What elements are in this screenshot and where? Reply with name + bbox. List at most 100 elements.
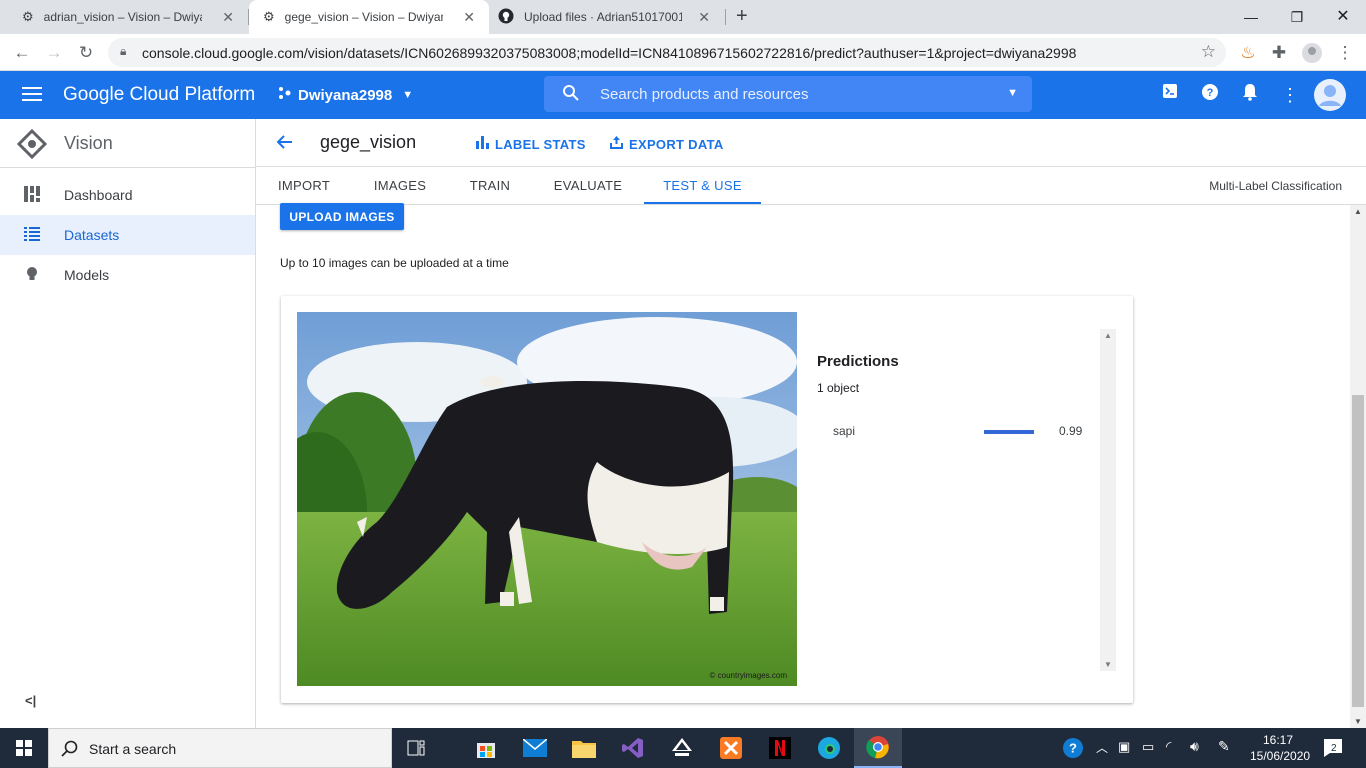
brand-name[interactable]: Google Cloud Platform (63, 84, 255, 106)
tab-test-and-use[interactable]: TEST & USE (644, 167, 761, 204)
upload-hint: Up to 10 images can be uploaded at a tim… (280, 256, 509, 270)
export-data-button[interactable]: EXPORT DATA (610, 136, 724, 152)
confidence-bar-track (984, 430, 1034, 434)
browser-tab-3[interactable]: Upload files · Adrian51017001/tg ✕ (484, 0, 724, 34)
collapse-sidebar-icon[interactable]: <| (25, 693, 36, 708)
sidebar-item-datasets[interactable]: Datasets (0, 215, 255, 255)
back-arrow-icon[interactable] (276, 133, 294, 156)
search-icon (562, 84, 580, 107)
upload-images-button[interactable]: UPLOAD IMAGES (280, 203, 404, 230)
sidebar: Vision Dashboard Datasets Models <| (0, 119, 256, 728)
close-window-icon[interactable]: ✕ (1320, 4, 1366, 30)
close-tab-icon[interactable]: ✕ (463, 9, 475, 26)
hamburger-menu-icon[interactable] (22, 86, 42, 107)
sidebar-item-label: Dashboard (64, 187, 133, 203)
browser-tab-1[interactable]: ⚙ adrian_vision – Vision – Dwiyana2 ✕ (8, 0, 248, 34)
browser-tab-strip: ⚙ adrian_vision – Vision – Dwiyana2 ✕ ⚙ … (0, 0, 1366, 34)
account-avatar-icon[interactable] (1314, 79, 1346, 116)
action-center-icon[interactable]: 2 (1322, 737, 1344, 764)
pen-icon[interactable]: ✎ (1218, 738, 1230, 755)
sidebar-item-dashboard[interactable]: Dashboard (0, 175, 255, 215)
profile-avatar-icon[interactable] (1301, 42, 1323, 64)
search-input[interactable] (600, 76, 980, 112)
xampp-icon[interactable] (707, 728, 755, 768)
back-arrow-icon[interactable]: ← (11, 42, 33, 64)
help-tray-icon[interactable]: ? (1062, 737, 1084, 764)
bookmark-star-icon[interactable]: ☆ (1201, 42, 1216, 62)
address-bar[interactable]: 🔒︎ console.cloud.google.com/vision/datas… (108, 38, 1226, 67)
tab-train[interactable]: TRAIN (454, 167, 526, 204)
tab-import[interactable]: IMPORT (268, 167, 340, 204)
github-icon (498, 8, 514, 27)
tab-evaluate[interactable]: EVALUATE (544, 167, 632, 204)
mail-icon[interactable] (511, 728, 559, 768)
reload-icon[interactable]: ↻ (75, 42, 97, 64)
visual-studio-icon[interactable] (609, 728, 657, 768)
tab-bar: IMPORT IMAGES TRAIN EVALUATE TEST & USE … (256, 167, 1366, 205)
search-icon (61, 740, 78, 762)
sidebar-item-label: Datasets (64, 227, 120, 243)
minimize-icon[interactable]: — (1228, 4, 1274, 30)
clock-date: 15/06/2020 (1250, 749, 1311, 763)
uploaded-image: © countryimages.com (297, 312, 797, 686)
predictions-scrollbar[interactable]: ▲ ▼ (1100, 329, 1116, 671)
page-header: gege_vision LABEL STATS EXPORT DATA (256, 119, 1366, 167)
wifi-icon[interactable]: ◜ (1166, 738, 1171, 755)
chrome-taskbar-icon[interactable] (854, 728, 902, 768)
predictions-title: Predictions (817, 353, 899, 370)
tab-title: adrian_vision – Vision – Dwiyana2 (43, 10, 202, 24)
main-panel: gege_vision LABEL STATS EXPORT DATA IMPO… (256, 119, 1366, 728)
scroll-up-arrow-icon[interactable]: ▲ (1354, 207, 1362, 216)
browser-tab-2[interactable]: ⚙ gege_vision – Vision – Dwiyana20 ✕ (249, 0, 489, 34)
taskbar-search-placeholder: Start a search (89, 741, 177, 757)
scroll-up-arrow-icon[interactable]: ▲ (1104, 331, 1112, 340)
divider (0, 167, 255, 168)
close-tab-icon[interactable]: ✕ (222, 9, 234, 26)
more-options-icon[interactable]: ⋮ (1278, 83, 1302, 107)
extensions-puzzle-icon[interactable]: ✚ (1268, 42, 1290, 64)
clock-time: 16:17 (1262, 733, 1294, 747)
browser-menu-icon[interactable]: ⋮ (1334, 42, 1356, 64)
inkscape-icon[interactable] (658, 728, 706, 768)
help-icon[interactable]: ? (1198, 83, 1222, 107)
prediction-card: © countryimages.com Predictions 1 object… (281, 296, 1133, 703)
sidebar-item-models[interactable]: Models (0, 255, 255, 295)
caret-down-icon: ▼ (402, 89, 414, 101)
close-tab-icon[interactable]: ✕ (698, 9, 710, 26)
export-data-label: EXPORT DATA (629, 136, 724, 152)
list-icon (22, 226, 42, 244)
windows-start-icon[interactable] (0, 728, 48, 768)
netflix-icon[interactable] (756, 728, 804, 768)
network-tray-icon[interactable]: ▣ (1118, 739, 1130, 755)
task-view-icon[interactable] (392, 728, 440, 768)
restore-icon[interactable]: ❐ (1274, 4, 1320, 30)
scrollbar-thumb[interactable] (1352, 395, 1364, 707)
forward-arrow-icon[interactable]: → (43, 42, 65, 64)
project-dots-icon (278, 86, 292, 104)
notifications-bell-icon[interactable] (1238, 83, 1262, 107)
label-stats-button[interactable]: LABEL STATS (476, 136, 586, 152)
bar-chart-icon (476, 136, 489, 152)
search-bar[interactable]: ▼ (544, 76, 1032, 112)
windows-taskbar: Start a search ? ︿ ▣ ▭ ◜ 🔊︎ ✎ 16:17 15/0… (0, 728, 1366, 768)
system-clock[interactable]: 16:17 15/06/2020 (1250, 732, 1311, 764)
cloud-shell-icon[interactable] (1158, 83, 1182, 107)
search-dropdown-icon[interactable]: ▼ (1007, 87, 1018, 99)
tab-images[interactable]: IMAGES (364, 167, 436, 204)
page-scrollbar[interactable]: ▲ ▼ (1350, 205, 1366, 728)
volume-icon[interactable]: 🔊︎ (1190, 738, 1199, 755)
store-icon[interactable] (462, 728, 510, 768)
file-explorer-icon[interactable] (560, 728, 608, 768)
extension-flame-icon[interactable]: ♨ (1237, 42, 1259, 64)
scroll-down-arrow-icon[interactable]: ▼ (1354, 717, 1362, 726)
edge-icon[interactable] (805, 728, 853, 768)
battery-icon[interactable]: ▭ (1142, 739, 1154, 755)
chevron-up-icon[interactable]: ︿ (1096, 739, 1108, 756)
tab-divider (725, 9, 726, 25)
url-text: console.cloud.google.com/vision/datasets… (142, 45, 1077, 61)
new-tab-plus-icon[interactable]: + (736, 5, 748, 28)
confidence-bar (984, 430, 1034, 434)
taskbar-search[interactable]: Start a search (48, 728, 392, 768)
project-selector[interactable]: Dwiyana2998 ▼ (278, 86, 413, 104)
scroll-down-arrow-icon[interactable]: ▼ (1104, 660, 1112, 669)
